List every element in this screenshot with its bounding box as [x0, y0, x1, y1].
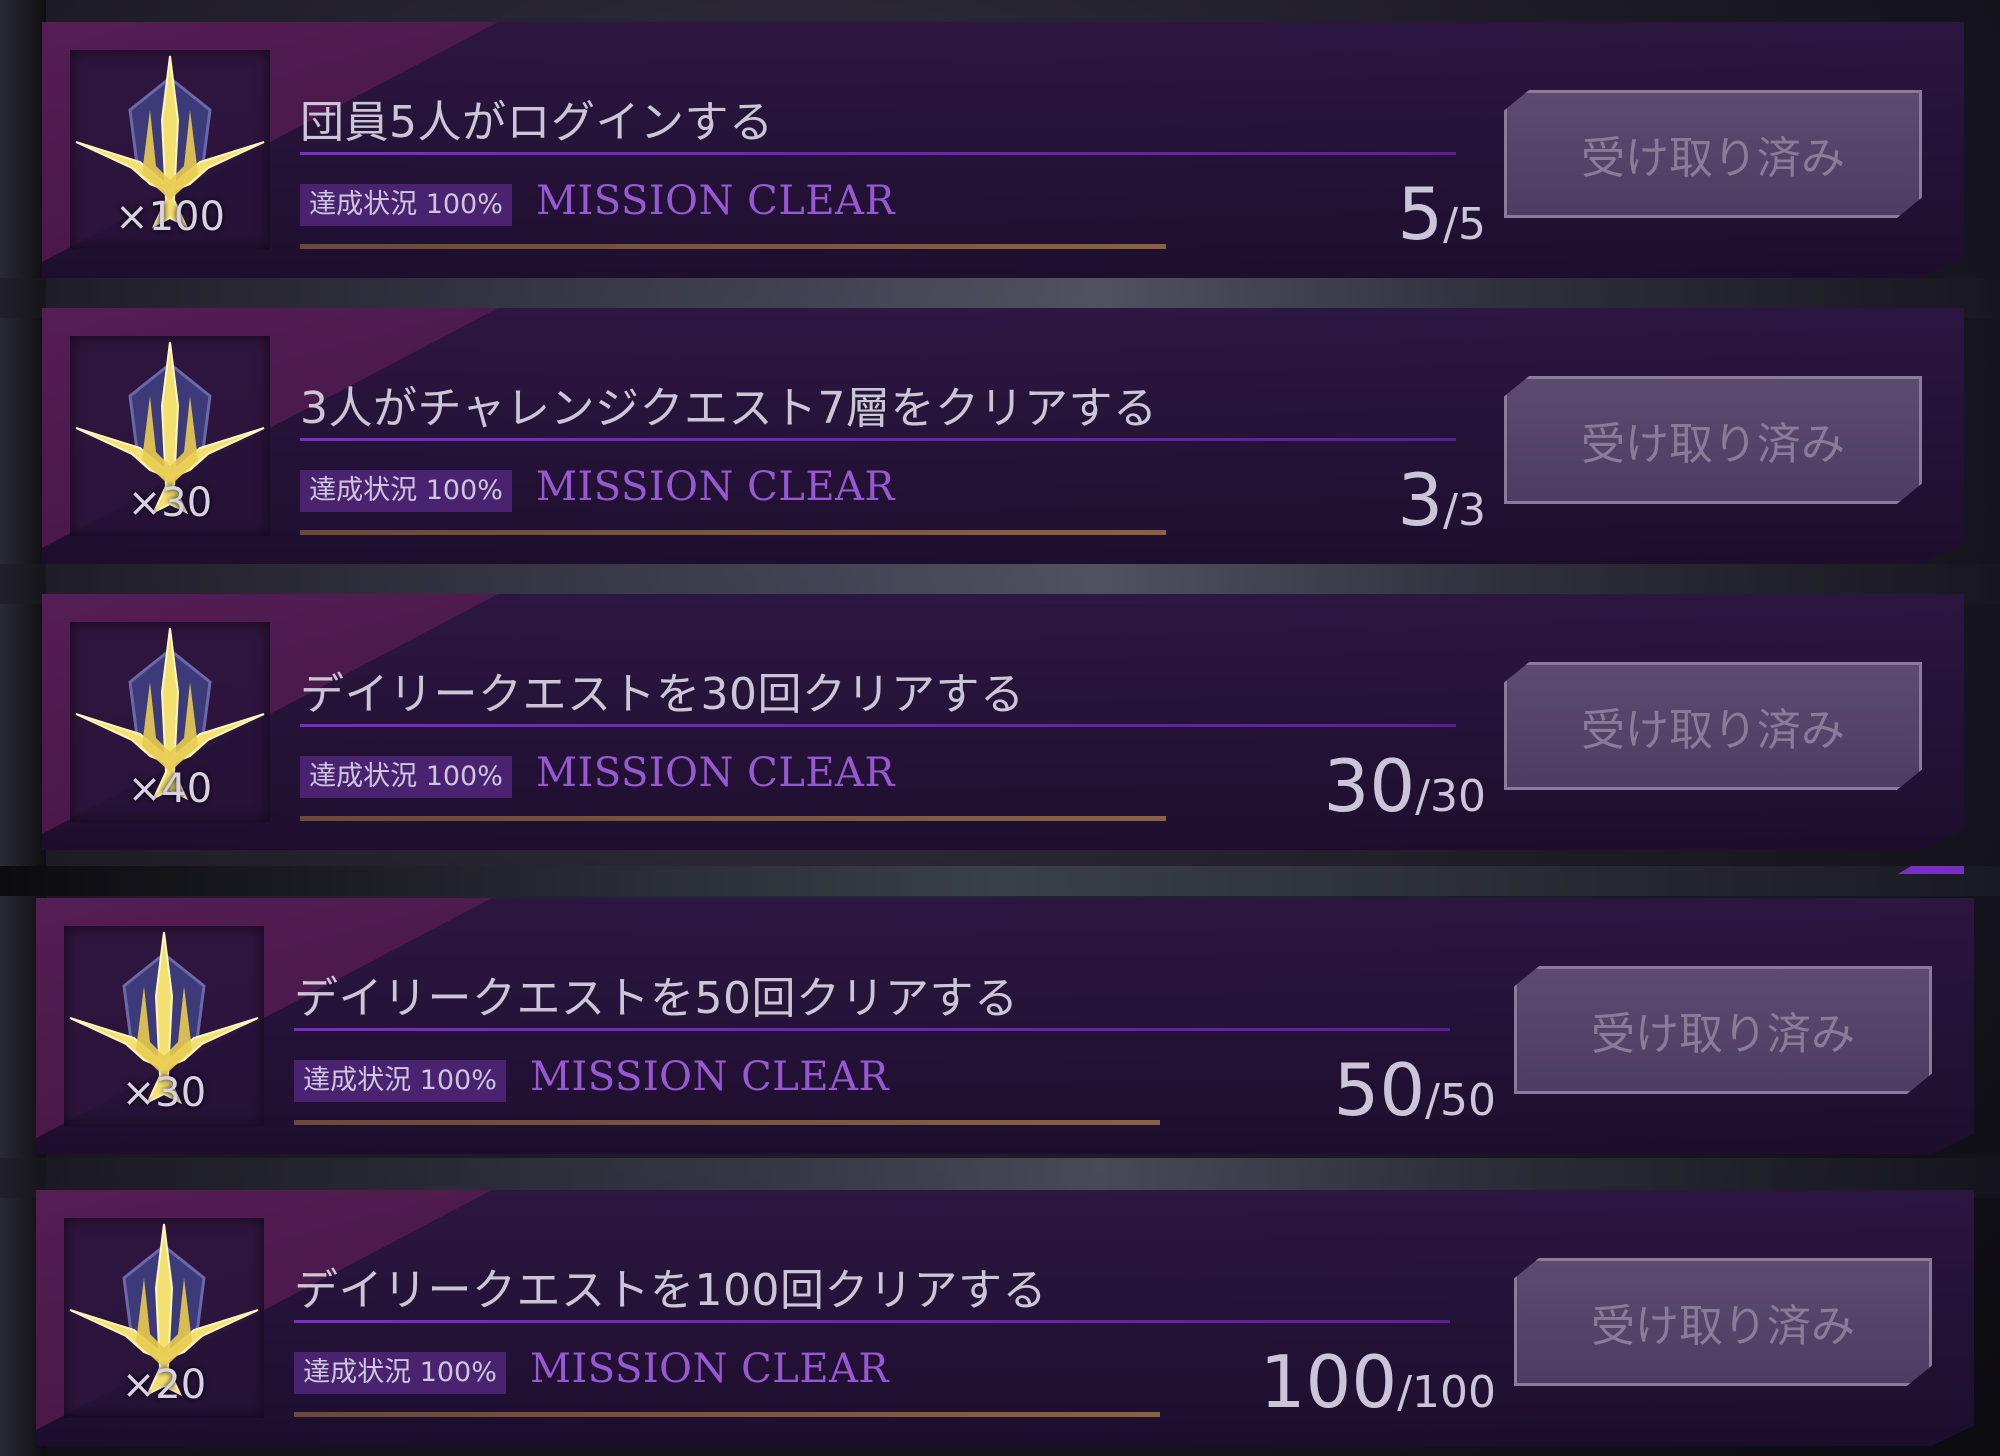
- progress-current: 30: [1323, 744, 1416, 828]
- mission-clear-label: MISSION CLEAR: [536, 750, 896, 796]
- status-badge: 達成状況 100%: [294, 1352, 506, 1394]
- title-underline: [300, 724, 1456, 727]
- progress-max: 5: [1458, 199, 1486, 250]
- mission-row: ×30 デイリークエストを50回クリアする 達成状況 100% MISSION …: [36, 898, 1974, 1154]
- status-badge: 達成状況 100%: [294, 1060, 506, 1102]
- progress-current: 3: [1397, 458, 1444, 542]
- mission-clear-label: MISSION CLEAR: [530, 1346, 890, 1392]
- progress-current: 100: [1259, 1340, 1398, 1424]
- reward-quantity: ×20: [121, 1362, 207, 1408]
- status-badge: 達成状況 100%: [300, 184, 512, 226]
- reward-icon-box: ×100: [70, 50, 270, 250]
- claimed-button[interactable]: 受け取り済み: [1514, 1258, 1932, 1386]
- progress-bar: [300, 530, 1166, 535]
- progress-counter: 30/30: [1324, 744, 1486, 828]
- reward-icon-box: ×40: [70, 622, 270, 822]
- progress-bar: [294, 1412, 1160, 1417]
- progress-current: 5: [1397, 172, 1444, 256]
- mission-title: デイリークエストを100回クリアする: [294, 1265, 1047, 1316]
- reward-quantity: ×30: [127, 480, 213, 526]
- mission-clear-label: MISSION CLEAR: [530, 1054, 890, 1100]
- progress-separator: /: [1443, 199, 1458, 250]
- reward-quantity: ×40: [127, 766, 213, 812]
- claimed-button[interactable]: 受け取り済み: [1504, 662, 1922, 790]
- mission-clear-label: MISSION CLEAR: [536, 178, 896, 224]
- title-underline: [300, 152, 1456, 155]
- progress-separator: /: [1425, 1075, 1440, 1126]
- mission-title: 団員5人がログインする: [300, 97, 774, 148]
- progress-current: 50: [1333, 1048, 1426, 1132]
- mission-row: ×100 団員5人がログインする 達成状況 100% MISSION CLEAR…: [42, 22, 1964, 278]
- title-underline: [294, 1320, 1450, 1323]
- progress-max: 30: [1430, 771, 1486, 822]
- mission-row: ×20 デイリークエストを100回クリアする 達成状況 100% MISSION…: [36, 1190, 1974, 1446]
- progress-bar: [294, 1120, 1160, 1125]
- progress-separator: /: [1397, 1367, 1413, 1418]
- reward-quantity: ×100: [115, 194, 225, 240]
- mission-row: ×30 3人がチャレンジクエスト7層をクリアする 達成状況 100% MISSI…: [42, 308, 1964, 564]
- progress-counter: 5/5: [1397, 172, 1486, 256]
- claimed-button[interactable]: 受け取り済み: [1514, 966, 1932, 1094]
- status-badge: 達成状況 100%: [300, 470, 512, 512]
- title-underline: [294, 1028, 1450, 1031]
- section-divider: [0, 866, 2000, 896]
- progress-max: 100: [1412, 1367, 1496, 1418]
- progress-counter: 100/100: [1260, 1340, 1496, 1424]
- title-underline: [300, 438, 1456, 441]
- progress-separator: /: [1443, 485, 1458, 536]
- status-badge: 達成状況 100%: [300, 756, 512, 798]
- mission-title: デイリークエストを30回クリアする: [300, 669, 1025, 720]
- progress-separator: /: [1415, 771, 1430, 822]
- mission-title: 3人がチャレンジクエスト7層をクリアする: [300, 383, 1158, 434]
- progress-counter: 50/50: [1334, 1048, 1496, 1132]
- claimed-button[interactable]: 受け取り済み: [1504, 376, 1922, 504]
- progress-bar: [300, 816, 1166, 821]
- mission-row: ×40 デイリークエストを30回クリアする 達成状況 100% MISSION …: [42, 594, 1964, 850]
- mission-clear-label: MISSION CLEAR: [536, 464, 896, 510]
- mission-title: デイリークエストを50回クリアする: [294, 973, 1019, 1024]
- reward-icon-box: ×30: [64, 926, 264, 1126]
- reward-icon-box: ×30: [70, 336, 270, 536]
- progress-bar: [300, 244, 1166, 249]
- progress-counter: 3/3: [1397, 458, 1486, 542]
- claimed-button[interactable]: 受け取り済み: [1504, 90, 1922, 218]
- reward-quantity: ×30: [121, 1070, 207, 1116]
- reward-icon-box: ×20: [64, 1218, 264, 1418]
- progress-max: 50: [1440, 1075, 1496, 1126]
- progress-max: 3: [1458, 485, 1486, 536]
